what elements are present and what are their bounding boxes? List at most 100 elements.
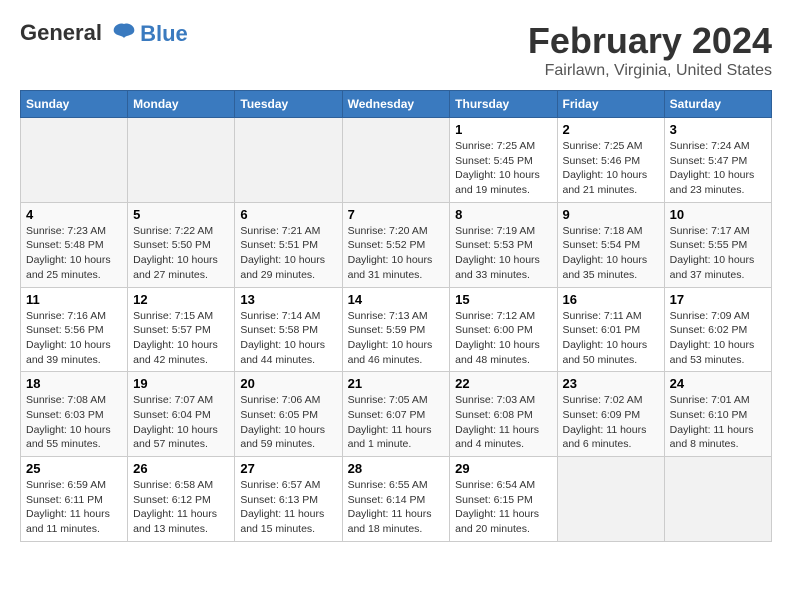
- day-cell: 28 Sunrise: 6:55 AM Sunset: 6:14 PM Dayli…: [342, 457, 450, 542]
- day-number: 8: [455, 207, 551, 222]
- logo-bird-icon: [110, 20, 138, 48]
- day-number: 27: [240, 461, 336, 476]
- day-info: Sunrise: 7:20 AM Sunset: 5:52 PM Dayligh…: [348, 224, 445, 283]
- day-info: Sunrise: 7:24 AM Sunset: 5:47 PM Dayligh…: [670, 139, 766, 198]
- day-cell: 3 Sunrise: 7:24 AM Sunset: 5:47 PM Daylig…: [664, 118, 771, 203]
- page-title: February 2024: [528, 20, 772, 62]
- day-cell: 11 Sunrise: 7:16 AM Sunset: 5:56 PM Dayli…: [21, 287, 128, 372]
- day-cell: 12 Sunrise: 7:15 AM Sunset: 5:57 PM Dayli…: [128, 287, 235, 372]
- day-cell: [128, 118, 235, 203]
- day-cell: 5 Sunrise: 7:22 AM Sunset: 5:50 PM Daylig…: [128, 202, 235, 287]
- day-cell: 13Sunrise: 7:14 AM Sunset: 5:58 PM Dayli…: [235, 287, 342, 372]
- day-cell: [342, 118, 450, 203]
- day-info: Sunrise: 7:18 AM Sunset: 5:54 PM Dayligh…: [563, 224, 659, 283]
- day-number: 3: [670, 122, 766, 137]
- day-cell: 18Sunrise: 7:08 AM Sunset: 6:03 PM Dayli…: [21, 372, 128, 457]
- day-number: 5: [133, 207, 229, 222]
- day-cell: 2 Sunrise: 7:25 AM Sunset: 5:46 PM Daylig…: [557, 118, 664, 203]
- day-number: 15: [455, 292, 551, 307]
- page-subtitle: Fairlawn, Virginia, United States: [528, 62, 772, 80]
- day-info: Sunrise: 7:25 AM Sunset: 5:46 PM Dayligh…: [563, 139, 659, 198]
- day-cell: [664, 457, 771, 542]
- header-row: SundayMondayTuesdayWednesdayThursdayFrid…: [21, 91, 772, 118]
- day-cell: 29 Sunrise: 6:54 AM Sunset: 6:15 PM Dayli…: [450, 457, 557, 542]
- header-cell-monday: Monday: [128, 91, 235, 118]
- day-number: 2: [563, 122, 659, 137]
- header-cell-tuesday: Tuesday: [235, 91, 342, 118]
- day-cell: 27 Sunrise: 6:57 AM Sunset: 6:13 PM Dayli…: [235, 457, 342, 542]
- day-info: Sunrise: 7:07 AM Sunset: 6:04 PM Dayligh…: [133, 393, 229, 452]
- header-cell-wednesday: Wednesday: [342, 91, 450, 118]
- logo: General Blue: [20, 20, 188, 48]
- calendar-header: SundayMondayTuesdayWednesdayThursdayFrid…: [21, 91, 772, 118]
- day-cell: [235, 118, 342, 203]
- day-info: Sunrise: 6:58 AM Sunset: 6:12 PM Dayligh…: [133, 478, 229, 537]
- day-info: Sunrise: 7:06 AM Sunset: 6:05 PM Dayligh…: [240, 393, 336, 452]
- day-number: 23: [563, 376, 659, 391]
- day-info: Sunrise: 7:16 AM Sunset: 5:56 PM Dayligh…: [26, 309, 122, 368]
- day-info: Sunrise: 7:13 AM Sunset: 5:59 PM Dayligh…: [348, 309, 445, 368]
- calendar-table: SundayMondayTuesdayWednesdayThursdayFrid…: [20, 90, 772, 542]
- day-number: 28: [348, 461, 445, 476]
- week-row-3: 11 Sunrise: 7:16 AM Sunset: 5:56 PM Dayli…: [21, 287, 772, 372]
- logo-blue: Blue: [140, 21, 188, 47]
- day-info: Sunrise: 6:57 AM Sunset: 6:13 PM Dayligh…: [240, 478, 336, 537]
- header-cell-sunday: Sunday: [21, 91, 128, 118]
- day-number: 22: [455, 376, 551, 391]
- day-cell: 10 Sunrise: 7:17 AM Sunset: 5:55 PM Dayli…: [664, 202, 771, 287]
- day-info: Sunrise: 7:19 AM Sunset: 5:53 PM Dayligh…: [455, 224, 551, 283]
- day-cell: 25 Sunrise: 6:59 AM Sunset: 6:11 PM Dayli…: [21, 457, 128, 542]
- day-number: 11: [26, 292, 122, 307]
- day-info: Sunrise: 7:03 AM Sunset: 6:08 PM Dayligh…: [455, 393, 551, 452]
- day-cell: 14Sunrise: 7:13 AM Sunset: 5:59 PM Dayli…: [342, 287, 450, 372]
- title-block: February 2024 Fairlawn, Virginia, United…: [528, 20, 772, 80]
- day-info: Sunrise: 7:12 AM Sunset: 6:00 PM Dayligh…: [455, 309, 551, 368]
- day-cell: 24 Sunrise: 7:01 AM Sunset: 6:10 PM Dayli…: [664, 372, 771, 457]
- day-number: 6: [240, 207, 336, 222]
- day-info: Sunrise: 7:05 AM Sunset: 6:07 PM Dayligh…: [348, 393, 445, 452]
- calendar-body: 1 Sunrise: 7:25 AM Sunset: 5:45 PM Daylig…: [21, 118, 772, 542]
- day-number: 12: [133, 292, 229, 307]
- day-number: 17: [670, 292, 766, 307]
- day-number: 13: [240, 292, 336, 307]
- day-cell: 9 Sunrise: 7:18 AM Sunset: 5:54 PM Daylig…: [557, 202, 664, 287]
- day-number: 9: [563, 207, 659, 222]
- day-info: Sunrise: 7:01 AM Sunset: 6:10 PM Dayligh…: [670, 393, 766, 452]
- week-row-1: 1 Sunrise: 7:25 AM Sunset: 5:45 PM Daylig…: [21, 118, 772, 203]
- day-cell: [557, 457, 664, 542]
- day-number: 18: [26, 376, 122, 391]
- header-cell-saturday: Saturday: [664, 91, 771, 118]
- day-info: Sunrise: 7:25 AM Sunset: 5:45 PM Dayligh…: [455, 139, 551, 198]
- day-cell: 15 Sunrise: 7:12 AM Sunset: 6:00 PM Dayli…: [450, 287, 557, 372]
- day-cell: 17 Sunrise: 7:09 AM Sunset: 6:02 PM Dayli…: [664, 287, 771, 372]
- day-number: 24: [670, 376, 766, 391]
- day-number: 4: [26, 207, 122, 222]
- day-info: Sunrise: 7:17 AM Sunset: 5:55 PM Dayligh…: [670, 224, 766, 283]
- day-info: Sunrise: 7:15 AM Sunset: 5:57 PM Dayligh…: [133, 309, 229, 368]
- header-cell-friday: Friday: [557, 91, 664, 118]
- day-info: Sunrise: 7:21 AM Sunset: 5:51 PM Dayligh…: [240, 224, 336, 283]
- day-cell: 20Sunrise: 7:06 AM Sunset: 6:05 PM Dayli…: [235, 372, 342, 457]
- day-cell: 16Sunrise: 7:11 AM Sunset: 6:01 PM Dayli…: [557, 287, 664, 372]
- day-info: Sunrise: 6:55 AM Sunset: 6:14 PM Dayligh…: [348, 478, 445, 537]
- day-number: 19: [133, 376, 229, 391]
- day-number: 25: [26, 461, 122, 476]
- day-cell: 7Sunrise: 7:20 AM Sunset: 5:52 PM Daylig…: [342, 202, 450, 287]
- day-number: 21: [348, 376, 445, 391]
- day-cell: 4Sunrise: 7:23 AM Sunset: 5:48 PM Daylig…: [21, 202, 128, 287]
- day-info: Sunrise: 6:59 AM Sunset: 6:11 PM Dayligh…: [26, 478, 122, 537]
- day-cell: 6 Sunrise: 7:21 AM Sunset: 5:51 PM Daylig…: [235, 202, 342, 287]
- day-number: 1: [455, 122, 551, 137]
- day-cell: 26 Sunrise: 6:58 AM Sunset: 6:12 PM Dayli…: [128, 457, 235, 542]
- day-info: Sunrise: 7:11 AM Sunset: 6:01 PM Dayligh…: [563, 309, 659, 368]
- day-number: 26: [133, 461, 229, 476]
- day-cell: [21, 118, 128, 203]
- day-info: Sunrise: 6:54 AM Sunset: 6:15 PM Dayligh…: [455, 478, 551, 537]
- day-number: 10: [670, 207, 766, 222]
- header-cell-thursday: Thursday: [450, 91, 557, 118]
- day-info: Sunrise: 7:09 AM Sunset: 6:02 PM Dayligh…: [670, 309, 766, 368]
- day-cell: 8 Sunrise: 7:19 AM Sunset: 5:53 PM Daylig…: [450, 202, 557, 287]
- day-number: 29: [455, 461, 551, 476]
- day-info: Sunrise: 7:22 AM Sunset: 5:50 PM Dayligh…: [133, 224, 229, 283]
- day-cell: 22 Sunrise: 7:03 AM Sunset: 6:08 PM Dayli…: [450, 372, 557, 457]
